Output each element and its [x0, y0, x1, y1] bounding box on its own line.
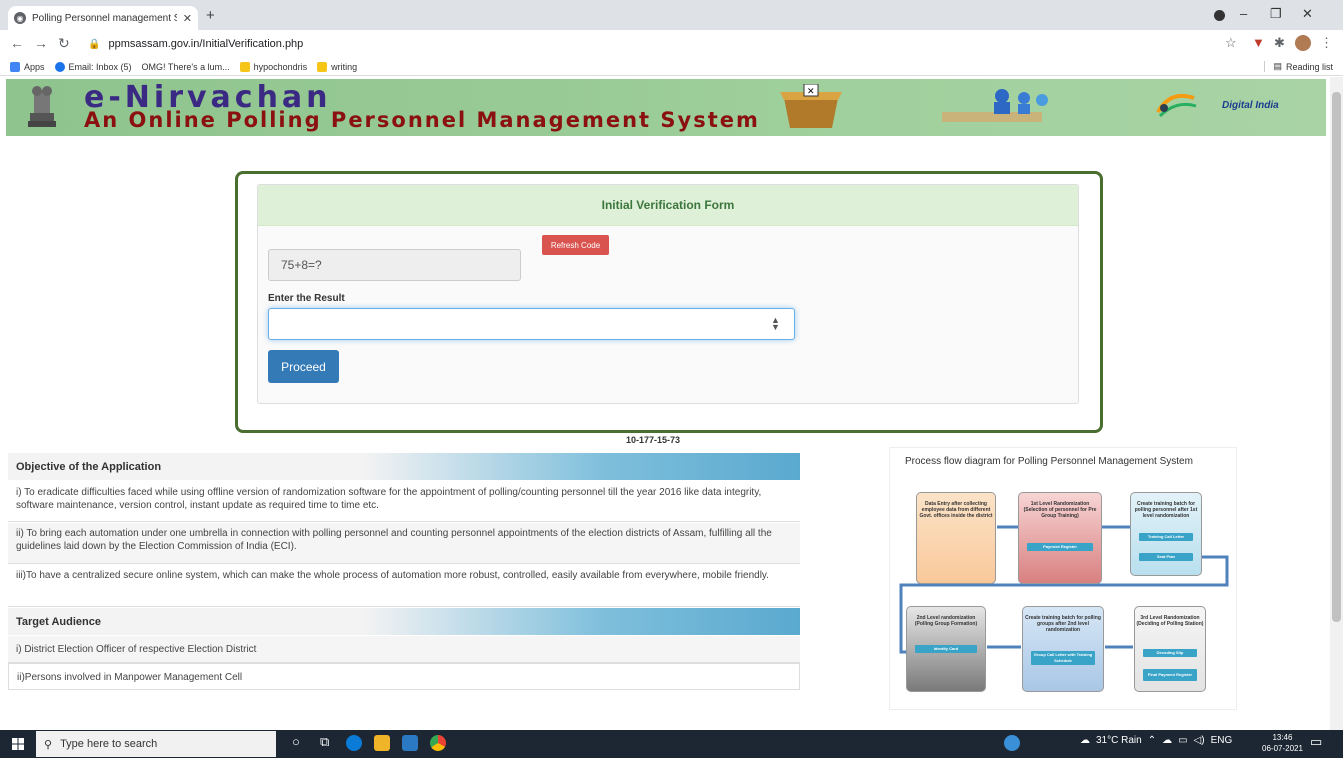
people-illustration-icon	[942, 89, 1048, 122]
result-label: Enter the Result	[268, 293, 345, 304]
chevron-up-icon[interactable]: ⌃	[1148, 735, 1156, 746]
reading-list-button[interactable]: ▤ Reading list	[1264, 61, 1333, 72]
clock-time: 13:46	[1272, 733, 1293, 742]
star-icon[interactable]: ☆	[1225, 35, 1237, 51]
objective-item: i) To eradicate difficulties faced while…	[8, 482, 800, 522]
file-explorer-icon[interactable]	[374, 735, 390, 751]
globe-icon: ◉	[14, 12, 26, 24]
objective-item: ii) To bring each automation under one u…	[8, 523, 800, 564]
url-text: ppmsassam.gov.in/InitialVerification.php	[108, 38, 304, 50]
extension-icon[interactable]: ▼	[1252, 35, 1265, 50]
cortana-icon[interactable]: ○	[292, 734, 300, 749]
bookmarks-bar: Apps Email: Inbox (5) OMG! There's a lum…	[0, 58, 1343, 76]
menu-icon[interactable]: ⋮	[1320, 35, 1333, 51]
decoding-slip-chip: Decoding Slip	[1143, 649, 1197, 657]
windows-start-icon[interactable]	[12, 738, 24, 750]
volume-icon[interactable]: ◁)	[1194, 735, 1205, 746]
back-icon[interactable]: ←	[10, 35, 24, 51]
close-tab-icon[interactable]: ✕	[183, 12, 192, 25]
forward-icon[interactable]: →	[34, 35, 48, 51]
result-input[interactable]	[268, 308, 795, 340]
flow-box-1st-randomization: 1st Level Randomization (Selection of pe…	[1018, 492, 1102, 584]
flow-box-3rd-randomization: 3rd Level Randomization (Deciding of Pol…	[1134, 606, 1206, 692]
audience-item: i) District Election Officer of respecti…	[8, 636, 800, 663]
network-icon[interactable]: ▭	[1178, 735, 1187, 746]
browser-tab[interactable]: ◉ Polling Personnel management S ✕	[8, 6, 198, 30]
search-icon: ⚲	[44, 738, 53, 751]
identity-card-chip: Identity Card	[915, 645, 977, 653]
flow-box-data-entry: Data Entry after collecting employee dat…	[916, 492, 996, 584]
flow-box-training-batch: Create training batch for polling person…	[1130, 492, 1202, 576]
folder-icon	[239, 61, 250, 72]
site-subtitle: An Online Polling Personnel Management S…	[84, 108, 760, 132]
seat-plan-chip: Seat Plan	[1139, 553, 1193, 561]
help-icon[interactable]	[1004, 735, 1020, 751]
number-spinner-icon[interactable]: ▲ ▼	[771, 316, 780, 332]
ballot-box-icon: ✕	[780, 84, 842, 128]
browser-tab-strip	[0, 0, 1343, 30]
restore-button[interactable]: ❐	[1270, 6, 1282, 22]
close-window-button[interactable]: ✕	[1302, 6, 1313, 22]
svg-text:✕: ✕	[807, 86, 815, 96]
bookmark-hypochondris[interactable]: hypochondris	[239, 61, 307, 72]
profile-avatar[interactable]	[1295, 35, 1311, 51]
store-icon[interactable]	[402, 735, 418, 751]
refresh-code-button[interactable]: Refresh Code	[542, 235, 609, 255]
cloud-icon[interactable]: ☁	[1162, 735, 1172, 746]
group-call-letter-chip: Group Call Letter with Training Schedule	[1031, 651, 1095, 665]
bookmark-writing[interactable]: writing	[317, 61, 357, 72]
form-heading: Initial Verification Form	[258, 185, 1078, 226]
digital-india-logo: Digital India	[1156, 93, 1279, 118]
clock[interactable]: 13:46 06-07-2021	[1262, 732, 1303, 754]
system-tray: ☁ 31°C Rain ⌃ ☁ ▭ ◁) ENG	[1080, 735, 1232, 746]
taskbar-search[interactable]: ⚲ Type here to search	[36, 731, 276, 757]
payment-register-chip: Payment Register	[1027, 543, 1093, 551]
flow-box-2nd-randomization: 2nd Level randomization (Polling Group F…	[906, 606, 986, 692]
lock-icon: 🔒	[88, 38, 101, 50]
chrome-icon[interactable]	[430, 735, 446, 751]
objective-heading: Objective of the Application	[8, 453, 800, 480]
apps-icon	[10, 61, 20, 72]
email-icon	[54, 61, 65, 72]
captcha-display: 75+8=?	[268, 249, 521, 281]
clock-date: 06-07-2021	[1262, 744, 1303, 753]
national-emblem-icon	[28, 86, 56, 127]
notification-icon[interactable]: ▭	[1310, 734, 1322, 750]
minimize-button[interactable]: –	[1240, 6, 1247, 21]
proceed-button[interactable]: Proceed	[268, 350, 339, 383]
objective-item: iii)To have a centralized secure online …	[8, 565, 800, 607]
url-field[interactable]: 🔒 ppmsassam.gov.in/InitialVerification.p…	[82, 33, 1212, 55]
bookmark-apps[interactable]: Apps	[10, 61, 45, 72]
new-tab-button[interactable]: +	[206, 7, 215, 24]
reading-list-icon: ▤	[1273, 61, 1282, 71]
flow-box-group-training: Create training batch for polling groups…	[1022, 606, 1104, 692]
tab-title: Polling Personnel management S	[32, 12, 177, 24]
edge-icon[interactable]	[346, 735, 362, 751]
bookmark-email[interactable]: Email: Inbox (5)	[54, 61, 132, 72]
final-payment-register-chip: Final Payment Register	[1143, 669, 1197, 681]
svg-text:Digital India: Digital India	[1222, 100, 1279, 111]
reload-icon[interactable]: ↻	[58, 35, 70, 52]
training-call-letter-chip: Training Call Letter	[1139, 533, 1193, 541]
task-view-icon[interactable]: ⧉	[320, 734, 329, 750]
visitor-counter: 10-177-15-73	[626, 435, 681, 445]
puzzle-icon[interactable]: ✱	[1274, 35, 1285, 51]
bookmark-omg[interactable]: OMG! There's a lum...	[142, 62, 230, 72]
folder-icon	[317, 61, 328, 72]
record-icon[interactable]	[1214, 10, 1225, 21]
weather-icon: ☁	[1080, 735, 1090, 746]
audience-heading: Target Audience	[8, 608, 800, 635]
audience-item: ii)Persons involved in Manpower Manageme…	[8, 663, 800, 690]
weather-text[interactable]: 31°C Rain	[1096, 735, 1142, 746]
language-indicator[interactable]: ENG	[1211, 735, 1233, 746]
scrollbar-thumb[interactable]	[1332, 92, 1341, 622]
